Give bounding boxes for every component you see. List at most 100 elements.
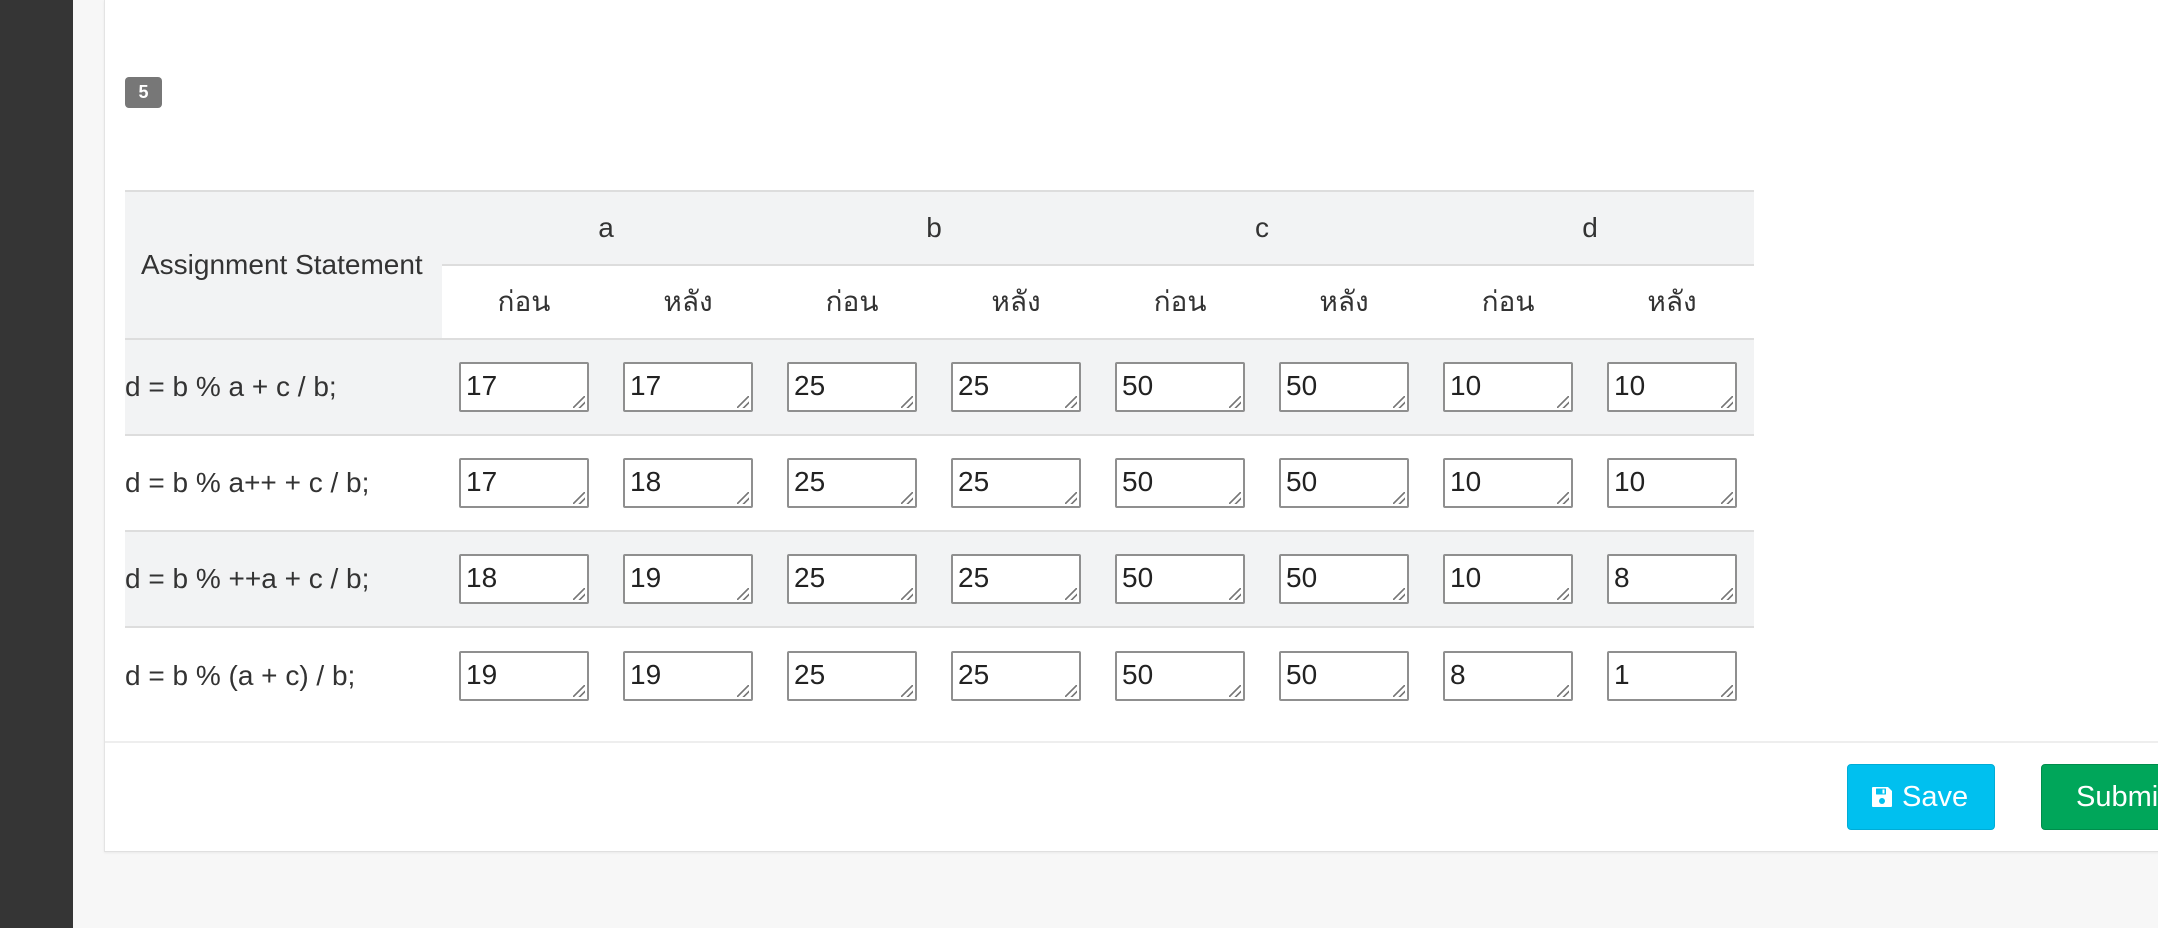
d-after-input[interactable]: 10: [1607, 362, 1738, 412]
resize-handle-icon[interactable]: [901, 492, 914, 504]
a-after-input[interactable]: 17: [623, 362, 753, 412]
resize-handle-icon[interactable]: [901, 684, 914, 697]
after-header: หลัง: [1262, 264, 1427, 339]
resize-handle-icon[interactable]: [737, 396, 749, 408]
c-after-input[interactable]: 50: [1279, 554, 1410, 604]
d-before-input[interactable]: 10: [1443, 554, 1574, 604]
resize-handle-icon[interactable]: [1721, 492, 1734, 504]
value-cell: 25: [934, 530, 1099, 627]
b-after-input[interactable]: 25: [951, 362, 1082, 412]
value-cell: 50: [1262, 530, 1427, 627]
resize-handle-icon[interactable]: [901, 396, 914, 408]
c-after-input[interactable]: 50: [1279, 458, 1410, 508]
d-before-input[interactable]: 8: [1443, 650, 1574, 701]
assignment-table: Assignment Statement a b c d ก่อน หลัง ก…: [125, 190, 1755, 723]
resize-handle-icon[interactable]: [1721, 684, 1734, 697]
variable-header-b: b: [770, 190, 1099, 265]
input-value: 25: [958, 562, 990, 593]
value-cell: 25: [770, 530, 935, 627]
d-after-input[interactable]: 8: [1607, 554, 1738, 604]
resize-handle-icon[interactable]: [1229, 588, 1242, 600]
a-after-input[interactable]: 19: [623, 650, 753, 701]
resize-handle-icon[interactable]: [573, 396, 585, 408]
value-cell: 25: [770, 434, 935, 531]
resize-handle-icon[interactable]: [1393, 492, 1406, 504]
a-before-input[interactable]: 19: [459, 650, 589, 701]
resize-handle-icon[interactable]: [1229, 492, 1242, 504]
value-cell: 18: [606, 434, 771, 531]
value-cell: 19: [606, 530, 771, 627]
a-before-input[interactable]: 17: [459, 362, 589, 412]
value-cell: 8: [1426, 626, 1591, 723]
sidebar: [0, 0, 73, 928]
input-value: 25: [794, 466, 826, 497]
value-cell: 10: [1426, 434, 1591, 531]
value-cell: 10: [1426, 530, 1591, 627]
resize-handle-icon[interactable]: [737, 588, 749, 600]
before-header: ก่อน: [1098, 264, 1263, 339]
resize-handle-icon[interactable]: [1393, 684, 1406, 697]
b-after-input[interactable]: 25: [951, 458, 1082, 508]
value-cell: 50: [1262, 338, 1427, 435]
resize-handle-icon[interactable]: [737, 492, 749, 504]
a-before-input[interactable]: 18: [459, 554, 589, 604]
value-cell: 19: [606, 626, 771, 723]
value-cell: 25: [770, 338, 935, 435]
variable-header-d: d: [1426, 190, 1755, 265]
b-before-input[interactable]: 25: [787, 458, 918, 508]
c-after-input[interactable]: 50: [1279, 362, 1410, 412]
d-after-input[interactable]: 10: [1607, 458, 1738, 508]
input-value: 19: [630, 658, 662, 690]
b-before-input[interactable]: 25: [787, 362, 918, 412]
c-before-input[interactable]: 50: [1115, 362, 1246, 412]
d-before-input[interactable]: 10: [1443, 458, 1574, 508]
resize-handle-icon[interactable]: [1393, 588, 1406, 600]
statement-cell: d = b % (a + c) / b;: [125, 626, 442, 723]
b-before-input[interactable]: 25: [787, 554, 918, 604]
input-value: 10: [1450, 370, 1482, 401]
d-before-input[interactable]: 10: [1443, 362, 1574, 412]
resize-handle-icon[interactable]: [1065, 396, 1078, 408]
b-before-input[interactable]: 25: [787, 650, 918, 701]
input-value: 18: [630, 466, 662, 497]
resize-handle-icon[interactable]: [1065, 588, 1078, 600]
resize-handle-icon[interactable]: [1065, 492, 1078, 504]
resize-handle-icon[interactable]: [1557, 396, 1570, 408]
resize-handle-icon[interactable]: [1557, 588, 1570, 600]
input-value: 10: [1450, 466, 1482, 497]
resize-handle-icon[interactable]: [573, 588, 585, 600]
resize-handle-icon[interactable]: [1229, 396, 1242, 408]
resize-handle-icon[interactable]: [573, 492, 585, 504]
table-row: d = b % ++a + c / b; 18 19 25 25 50 50 10 8: [125, 530, 1755, 627]
input-value: 25: [794, 658, 826, 690]
a-after-input[interactable]: 18: [623, 458, 753, 508]
value-cell: 50: [1098, 626, 1263, 723]
value-cell: 25: [934, 338, 1099, 435]
resize-handle-icon[interactable]: [1721, 396, 1734, 408]
resize-handle-icon[interactable]: [1557, 492, 1570, 504]
c-after-input[interactable]: 50: [1279, 650, 1410, 701]
b-after-input[interactable]: 25: [951, 554, 1082, 604]
resize-handle-icon[interactable]: [901, 588, 914, 600]
input-value: 17: [466, 466, 498, 497]
before-header: ก่อน: [1426, 264, 1591, 339]
value-cell: 17: [442, 338, 606, 435]
input-value: 19: [466, 658, 498, 690]
resize-handle-icon[interactable]: [1721, 588, 1734, 600]
c-before-input[interactable]: 50: [1115, 554, 1246, 604]
resize-handle-icon[interactable]: [1065, 684, 1078, 697]
input-value: 25: [958, 466, 990, 497]
d-after-input[interactable]: 1: [1607, 650, 1738, 701]
resize-handle-icon[interactable]: [1393, 396, 1406, 408]
submit-button[interactable]: Submit: [2041, 764, 2158, 830]
resize-handle-icon[interactable]: [1557, 684, 1570, 697]
a-before-input[interactable]: 17: [459, 458, 589, 508]
c-before-input[interactable]: 50: [1115, 458, 1246, 508]
resize-handle-icon[interactable]: [737, 684, 749, 697]
b-after-input[interactable]: 25: [951, 650, 1082, 701]
c-before-input[interactable]: 50: [1115, 650, 1246, 701]
resize-handle-icon[interactable]: [1229, 684, 1242, 697]
save-button[interactable]: Save: [1847, 764, 1995, 830]
resize-handle-icon[interactable]: [573, 684, 585, 697]
a-after-input[interactable]: 19: [623, 554, 753, 604]
